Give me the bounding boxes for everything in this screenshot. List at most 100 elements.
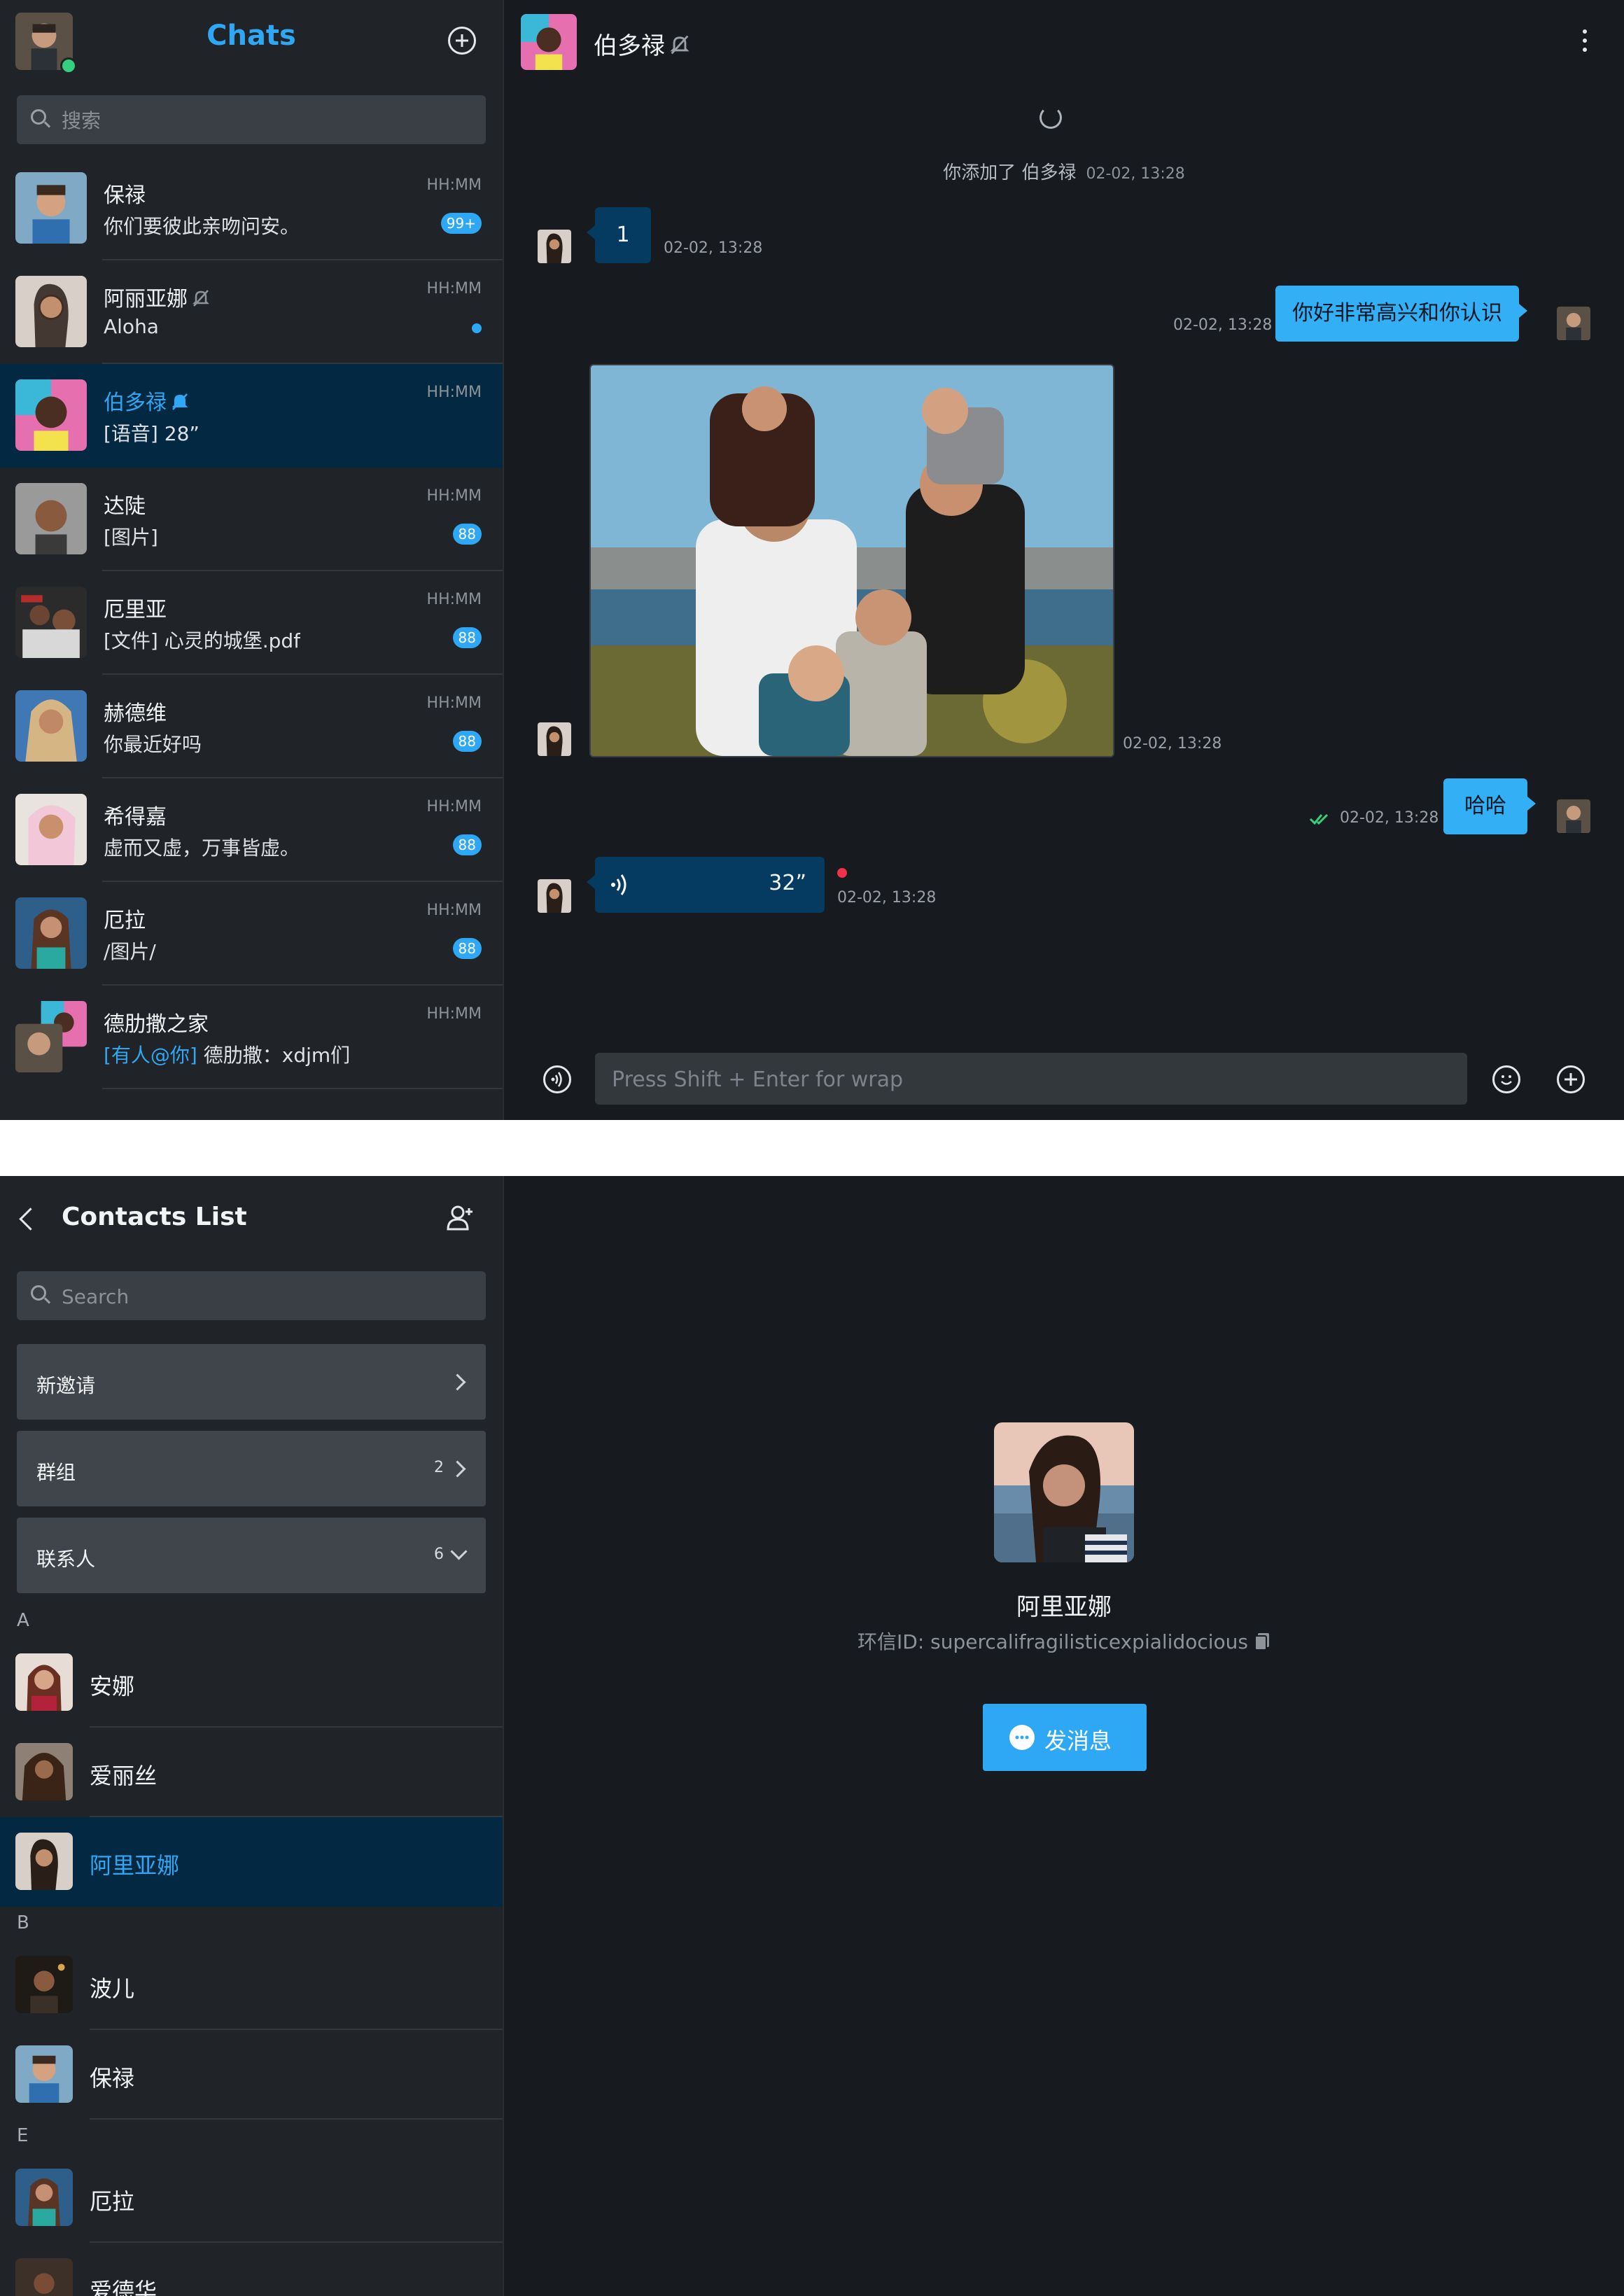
unread-badge: 88: [452, 524, 482, 545]
message-input[interactable]: [610, 1053, 1453, 1106]
unread-badge: 99+: [440, 213, 482, 234]
row-label: 联系人: [36, 1548, 96, 1571]
message-time: 02-02, 13:28: [1123, 735, 1222, 752]
contact-item[interactable]: 爱丽丝: [0, 1728, 503, 1817]
unread-badge: 88: [452, 834, 482, 855]
contact-name: 波儿: [90, 1975, 135, 2002]
read-receipt-check-icon: [1309, 813, 1329, 825]
contacts-row[interactable]: 联系人 6: [17, 1518, 486, 1593]
conversation-item[interactable]: 达陡 [图片] HH:MM 88: [0, 468, 503, 571]
section-letter: E: [17, 2125, 29, 2146]
conversation-item[interactable]: 阿丽亚娜 Aloha HH:MM: [0, 260, 503, 364]
contact-search-input[interactable]: [60, 1271, 469, 1322]
chat-bubble-icon: [1009, 1725, 1035, 1750]
unread-badge: 88: [452, 731, 482, 752]
contact-search-bar[interactable]: [17, 1271, 486, 1322]
chevron-right-icon: [449, 1460, 466, 1478]
conversation-item-active[interactable]: 伯多禄 [语音] 28” HH:MM: [0, 364, 503, 468]
contact-item[interactable]: 爱德华: [0, 2243, 503, 2296]
voice-input-icon[interactable]: [543, 1065, 571, 1093]
conversation-item[interactable]: 厄里亚 [文件] 心灵的城堡.pdf HH:MM 88: [0, 571, 503, 675]
conversation-name: 阿丽亚娜: [104, 281, 211, 312]
contact-name: 阿里亚娜: [90, 1852, 180, 1879]
chat-window: 伯多禄 你添加了 伯多禄 02-02, 13:28 1 02-02, 13:28 …: [504, 0, 1624, 1120]
contact-item[interactable]: 厄拉: [0, 2153, 503, 2243]
unread-badge: 88: [452, 627, 482, 648]
chats-panel: Chats 保禄 你们要彼此亲吻问安。 HH:MM 99+ 阿丽亚娜 Aloha…: [0, 0, 1624, 1120]
conversation-item[interactable]: 厄拉 /图片/ HH:MM 88: [0, 882, 503, 986]
image-message[interactable]: [589, 364, 1114, 757]
avatar: [15, 379, 87, 451]
message-composer[interactable]: [595, 1053, 1467, 1106]
sender-avatar[interactable]: [538, 879, 571, 913]
add-contact-icon[interactable]: [445, 1204, 476, 1232]
section-letter: A: [17, 1610, 29, 1631]
conversation-item-group[interactable]: 德肋撒之家 [有人@你] 德肋撒：xdjm们 HH:MM: [0, 986, 503, 1089]
my-avatar-small[interactable]: [1557, 799, 1590, 833]
system-message-text: 你添加了 伯多禄: [943, 162, 1077, 183]
message-text: 1: [616, 223, 630, 247]
more-attachments-plus-icon[interactable]: [1557, 1065, 1585, 1093]
preview-text: 德肋撒：xdjm们: [197, 1044, 351, 1067]
conversation-time: HH:MM: [426, 176, 482, 194]
groups-row[interactable]: 群组 2: [17, 1431, 486, 1506]
system-message-time: 02-02, 13:28: [1086, 165, 1185, 183]
chats-header: Chats: [0, 0, 503, 81]
avatar: [15, 276, 87, 347]
chevron-right-icon: [449, 1373, 466, 1391]
emoji-icon[interactable]: [1492, 1065, 1520, 1093]
chat-contact-name-text: 伯多禄: [594, 32, 665, 60]
avatar: [15, 1956, 73, 2013]
section-letter: B: [17, 1912, 29, 1933]
avatar: [15, 2169, 73, 2226]
sender-avatar[interactable]: [538, 230, 571, 263]
online-status-dot: [60, 57, 77, 74]
back-arrow-icon[interactable]: [19, 1208, 42, 1231]
contact-item-active[interactable]: 阿里亚娜: [0, 1817, 503, 1907]
sender-avatar[interactable]: [538, 722, 571, 756]
conversation-item[interactable]: 希得嘉 虚而又虚，万事皆虚。 HH:MM 88: [0, 778, 503, 882]
copy-icon[interactable]: [1254, 1632, 1270, 1651]
system-message: 你添加了 伯多禄 02-02, 13:28: [504, 158, 1624, 184]
message-text: 你好非常高兴和你认识: [1292, 301, 1502, 326]
new-invitations-row[interactable]: 新邀请: [17, 1344, 486, 1420]
contact-name: 爱德华: [90, 2278, 158, 2296]
message-bubble-incoming[interactable]: 1: [587, 207, 651, 263]
contact-item[interactable]: 保禄: [0, 2030, 503, 2120]
contact-item[interactable]: 安娜: [0, 1638, 503, 1728]
message-time: 02-02, 13:28: [837, 889, 937, 906]
conversation-time: HH:MM: [426, 384, 482, 401]
row-count: 6: [434, 1546, 444, 1563]
chat-search-bar[interactable]: [17, 95, 486, 146]
divider: [102, 1088, 503, 1089]
message-bubble-outgoing[interactable]: 哈哈: [1443, 778, 1536, 834]
more-options-icon[interactable]: [1582, 29, 1588, 53]
conversation-preview: 你最近好吗: [104, 733, 202, 756]
avatar: [15, 794, 87, 865]
voice-message[interactable]: 32”: [587, 857, 825, 913]
chat-search-input[interactable]: [60, 95, 469, 146]
voice-wave-icon: [611, 874, 626, 895]
send-message-button[interactable]: 发消息: [983, 1704, 1147, 1771]
contact-item[interactable]: 波儿: [0, 1940, 503, 2030]
message-text: 哈哈: [1464, 794, 1506, 818]
conversation-item[interactable]: 保禄 你们要彼此亲吻问安。 HH:MM 99+: [0, 157, 503, 260]
avatar: [15, 1653, 73, 1711]
voice-duration: 32”: [769, 871, 806, 895]
conversation-name: 厄里亚: [104, 598, 167, 622]
profile-avatar[interactable]: [994, 1422, 1134, 1562]
my-avatar-small[interactable]: [1557, 307, 1590, 340]
contact-avatar[interactable]: [521, 14, 577, 70]
contacts-panel: Contacts List 新邀请 群组 2 联系人 6 A 安娜: [0, 1176, 1624, 2296]
conversation-preview: 你们要彼此亲吻问安。: [104, 215, 300, 238]
new-chat-plus-icon[interactable]: [448, 27, 476, 55]
message-bubble-outgoing[interactable]: 你好非常高兴和你认识: [1275, 286, 1527, 342]
contact-name: 安娜: [90, 1673, 135, 1700]
conversation-item[interactable]: 赫德维 你最近好吗 HH:MM 88: [0, 675, 503, 778]
conversation-time: HH:MM: [426, 487, 482, 505]
conversation-time: HH:MM: [426, 591, 482, 608]
conversation-preview: /图片/: [104, 940, 156, 963]
conversation-preview: [图片]: [104, 526, 158, 549]
profile-id-text: 环信ID: supercalifragilisticexpialidocious: [858, 1630, 1248, 1653]
message-time: 02-02, 13:28: [664, 239, 763, 257]
